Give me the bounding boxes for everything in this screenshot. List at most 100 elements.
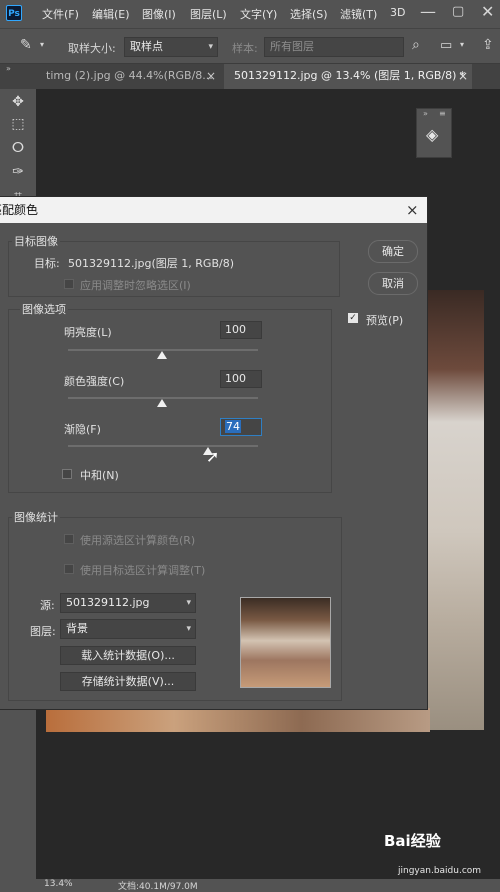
color-intensity-label: 颜色强度(C) <box>64 375 125 388</box>
ok-label: 确定 <box>382 245 404 258</box>
close-window-icon[interactable]: ✕ <box>481 2 494 21</box>
share-icon[interactable]: ⇪ <box>482 37 494 53</box>
move-tool-icon[interactable]: ✥ <box>9 93 27 111</box>
collapse-toolbar-icon[interactable]: » <box>6 64 11 73</box>
fade-slider-track[interactable] <box>68 445 258 447</box>
save-statistics-button[interactable]: 存储统计数据(V)... <box>60 672 196 691</box>
menu-3d[interactable]: 3D <box>390 6 405 19</box>
watermark-url: jingyan.baidu.com <box>398 866 482 876</box>
tab-timg-close-icon[interactable]: × <box>206 69 216 83</box>
minimize-icon[interactable]: — <box>420 2 436 21</box>
tool-preset-caret-icon[interactable]: ▾ <box>40 40 44 49</box>
sample-dropdown[interactable]: 所有图层 <box>264 37 404 57</box>
tab-timg-label: timg (2).jpg @ 44.4%(RGB/8... <box>46 69 213 82</box>
ignore-selection-checkbox[interactable] <box>64 279 74 289</box>
quick-select-tool-icon[interactable]: ✑ <box>9 163 27 181</box>
layers-icon[interactable]: ◈ <box>426 125 438 144</box>
menu-bar: Ps 文件(F) 编辑(E) 图像(I) 图层(L) 文字(Y) 选择(S) 滤… <box>0 0 500 28</box>
mouse-cursor-icon: ➚ <box>206 447 220 466</box>
ok-button[interactable]: 确定 <box>368 240 418 263</box>
cancel-label: 取消 <box>382 277 404 290</box>
color-intensity-input[interactable]: 100 <box>220 370 262 388</box>
luminance-slider-thumb[interactable] <box>157 351 167 359</box>
source-label: 源: <box>40 599 55 612</box>
image-statistics-title: 图像统计 <box>12 509 60 525</box>
search-icon[interactable]: ⌕ <box>412 37 420 53</box>
menu-filter[interactable]: 滤镜(T) <box>340 6 377 22</box>
collapsed-panel-dock: » ≡ ◈ <box>416 108 452 158</box>
document-image-bottom <box>46 708 430 732</box>
menu-select[interactable]: 选择(S) <box>290 6 328 22</box>
workspace-caret-icon[interactable]: ▾ <box>460 40 464 49</box>
tools-panel: ✥ ⬚ ⵔ ✑ ⌗ <box>0 89 36 209</box>
color-intensity-value: 100 <box>225 372 246 385</box>
target-value: 501329112.jpg(图层 1, RGB/8) <box>68 257 234 270</box>
eyedropper-icon[interactable]: ✎ <box>20 37 32 53</box>
sample-size-label: 取样大小: <box>68 42 116 55</box>
use-target-selection-label: 使用目标选区计算调整(T) <box>80 564 206 577</box>
menu-file[interactable]: 文件(F) <box>42 6 79 22</box>
sample-label: 样本: <box>232 42 258 55</box>
marquee-tool-icon[interactable]: ⬚ <box>9 115 27 133</box>
cancel-button[interactable]: 取消 <box>368 272 418 295</box>
chevron-down-icon: ▾ <box>186 624 191 634</box>
menu-image[interactable]: 图像(I) <box>142 6 176 22</box>
use-source-selection-checkbox[interactable] <box>64 534 74 544</box>
target-group-title: 目标图像 <box>12 233 60 249</box>
use-target-selection-checkbox[interactable] <box>64 564 74 574</box>
save-statistics-label: 存储统计数据(V)... <box>81 675 175 688</box>
tab-501329112[interactable]: 501329112.jpg @ 13.4% (图层 1, RGB/8) * <box>224 64 472 89</box>
tab-501329112-label: 501329112.jpg @ 13.4% (图层 1, RGB/8) * <box>234 69 466 82</box>
tab-timg[interactable]: timg (2).jpg @ 44.4%(RGB/8... <box>36 64 222 89</box>
ignore-selection-label: 应用调整时忽略选区(I) <box>80 279 191 292</box>
dialog-title-bar[interactable]: 匹配颜色 × <box>0 197 427 223</box>
target-label: 目标: <box>34 257 60 270</box>
fade-input[interactable]: 74 <box>220 418 262 436</box>
lasso-tool-icon[interactable]: ⵔ <box>9 139 27 157</box>
color-intensity-slider-thumb[interactable] <box>157 399 167 407</box>
layer-dropdown[interactable]: 背景 ▾ <box>60 619 196 639</box>
chevron-down-icon: ▾ <box>208 42 213 52</box>
source-preview-thumbnail <box>240 597 331 688</box>
panel-menu-icon[interactable]: ≡ <box>439 109 446 118</box>
panel-expand-icon[interactable]: » <box>423 109 428 118</box>
load-statistics-label: 载入统计数据(O)... <box>81 649 175 662</box>
luminance-label: 明亮度(L) <box>64 326 112 339</box>
dialog-close-icon[interactable]: × <box>406 197 419 223</box>
luminance-input[interactable]: 100 <box>220 321 262 339</box>
use-source-selection-label: 使用源选区计算颜色(R) <box>80 534 196 547</box>
source-value: 501329112.jpg <box>66 596 150 609</box>
layer-label: 图层: <box>30 625 56 638</box>
sample-size-dropdown[interactable]: 取样点 ▾ <box>124 37 218 57</box>
zoom-level: 13.4% <box>44 879 73 889</box>
workspace-icon[interactable]: ▭ <box>440 38 452 53</box>
fade-label: 渐隐(F) <box>64 423 101 436</box>
image-options-group <box>8 309 332 493</box>
baidu-jingyan-watermark: Bai经验 <box>384 832 441 850</box>
menu-type[interactable]: 文字(Y) <box>240 6 277 22</box>
neutralize-label: 中和(N) <box>80 469 119 482</box>
preview-checkbox[interactable]: ✓ <box>348 313 358 323</box>
menu-layer[interactable]: 图层(L) <box>190 6 227 22</box>
menu-edit[interactable]: 编辑(E) <box>92 6 130 22</box>
photoshop-logo-icon: Ps <box>6 5 22 21</box>
chevron-down-icon: ▾ <box>186 598 191 608</box>
document-size: 文档:40.1M/97.0M <box>118 882 198 892</box>
maximize-icon[interactable]: ▢ <box>452 4 464 19</box>
source-dropdown[interactable]: 501329112.jpg ▾ <box>60 593 196 613</box>
layer-value: 背景 <box>66 622 88 635</box>
sample-size-value: 取样点 <box>130 40 163 53</box>
luminance-value: 100 <box>225 323 246 336</box>
options-bar: ✎ ▾ 取样大小: 取样点 ▾ 样本: 所有图层 ⌕ ▭ ▾ ⇪ <box>0 28 500 64</box>
load-statistics-button[interactable]: 载入统计数据(O)... <box>60 646 196 665</box>
document-image <box>428 290 484 730</box>
neutralize-checkbox[interactable] <box>62 469 72 479</box>
match-color-dialog: 匹配颜色 × 目标图像 目标: 501329112.jpg(图层 1, RGB/… <box>0 196 428 710</box>
fade-value: 74 <box>225 420 241 433</box>
status-bar: 13.4% 文档:40.1M/97.0M <box>0 879 500 892</box>
preview-label: 预览(P) <box>366 314 404 327</box>
image-options-title: 图像选项 <box>20 301 68 317</box>
sample-value: 所有图层 <box>270 40 314 53</box>
dialog-title: 匹配颜色 <box>0 203 39 217</box>
tab-501329112-close-icon[interactable]: × <box>458 69 468 83</box>
